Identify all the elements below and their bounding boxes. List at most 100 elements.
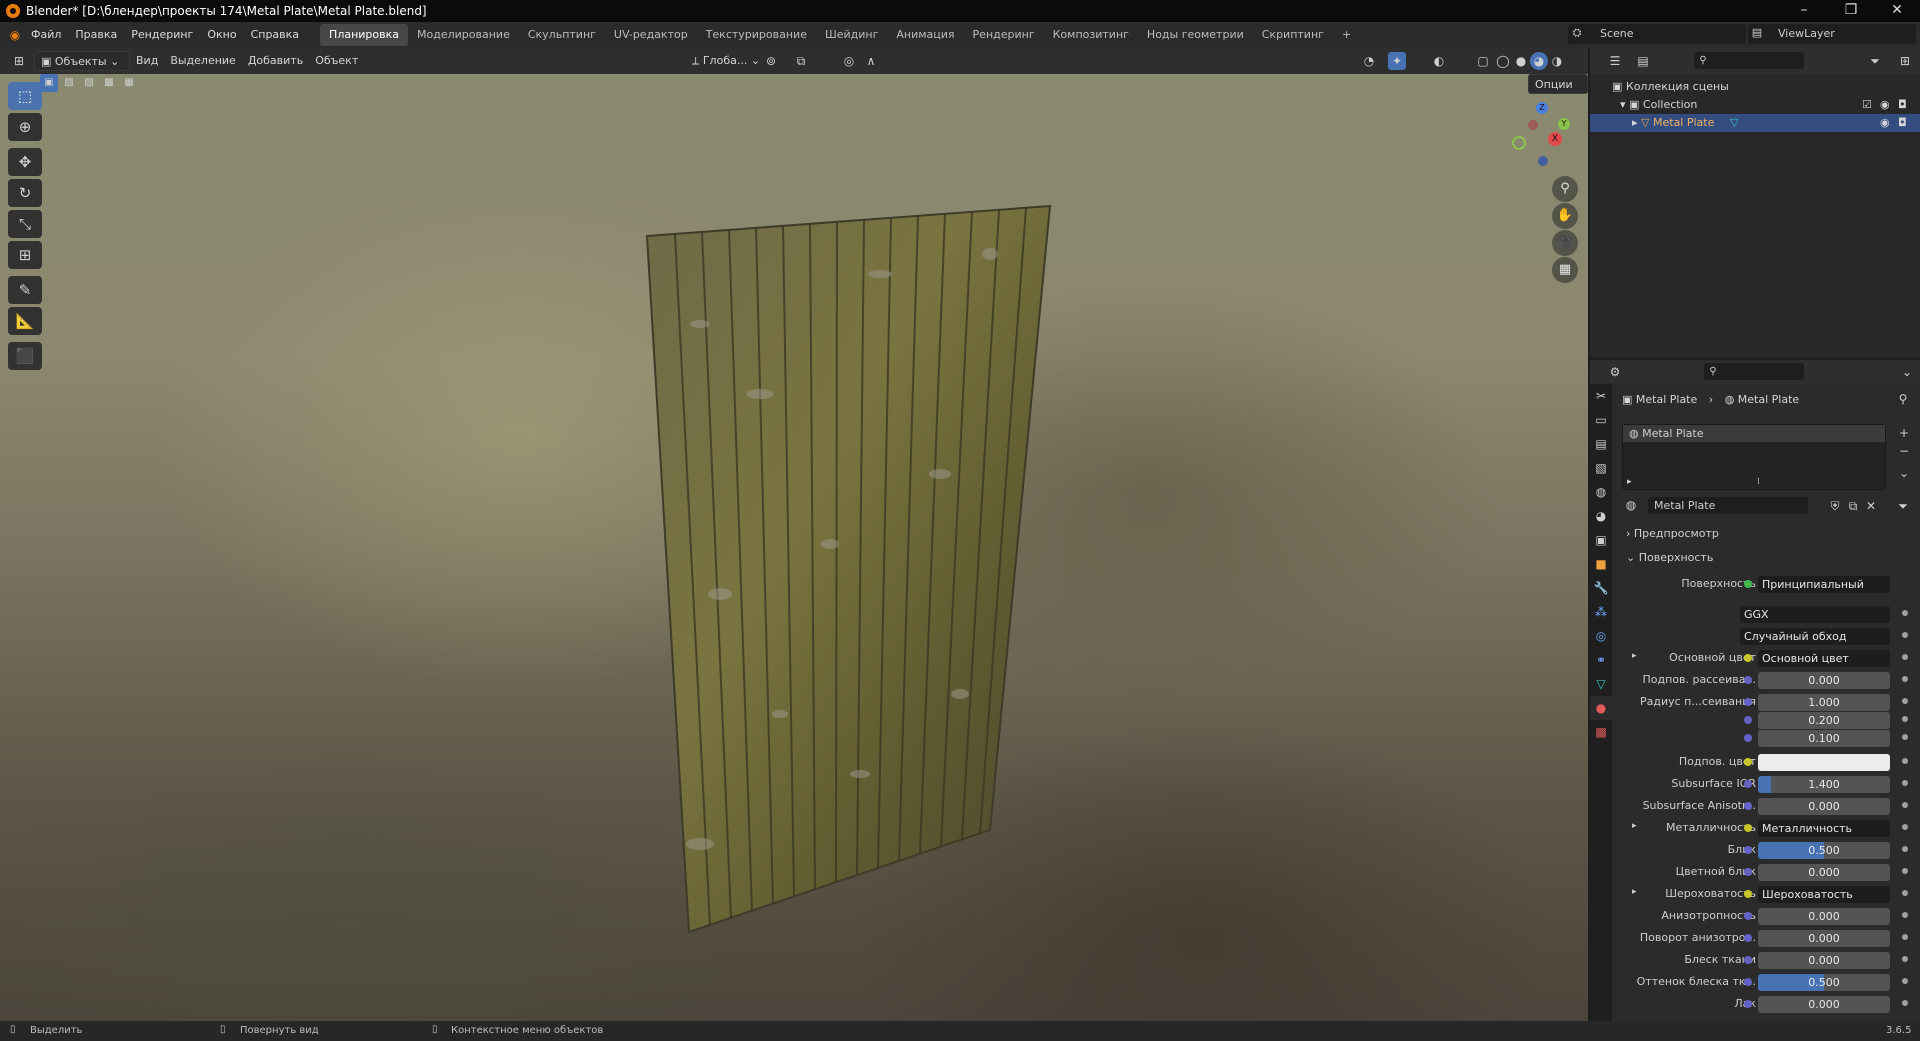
menu-object[interactable]: Объект — [309, 51, 364, 71]
panel-surface-header[interactable]: ⌄ Поверхность — [1626, 548, 1713, 568]
outliner-editor-icon[interactable]: ☰ — [1606, 52, 1624, 70]
material-preview-shading-icon[interactable]: ◕ — [1530, 52, 1548, 70]
socket-icon[interactable] — [1744, 698, 1752, 706]
socket-icon[interactable] — [1744, 824, 1752, 832]
collection-tab-icon[interactable]: ▣ — [1590, 528, 1612, 552]
measure-tool-icon[interactable]: 📐 — [8, 307, 42, 335]
slot-menu-icon[interactable]: ⌄ — [1895, 464, 1913, 482]
menu-select[interactable]: Выделение — [164, 51, 242, 71]
number-field[interactable]: 0.000 — [1758, 930, 1890, 947]
expand-arrow-icon[interactable]: ▸ — [1632, 116, 1641, 129]
gizmo-neg-x[interactable] — [1528, 120, 1538, 130]
socket-icon[interactable] — [1744, 978, 1752, 986]
chevron-down-icon[interactable]: ⌄ — [1898, 363, 1916, 381]
physics-tab-icon[interactable]: ◎ — [1590, 624, 1612, 648]
view-layer-selector[interactable]: ▤ ViewLayer — [1748, 24, 1916, 44]
gizmo-x-axis[interactable]: X — [1548, 132, 1562, 146]
material-tab-icon[interactable]: ● — [1590, 696, 1612, 720]
socket-icon[interactable] — [1744, 1000, 1752, 1008]
keyframe-dot-icon[interactable] — [1902, 934, 1908, 940]
color-swatch-field[interactable] — [1758, 754, 1890, 771]
socket-icon[interactable] — [1744, 868, 1752, 876]
properties-search-input[interactable]: ⚲ — [1704, 363, 1804, 380]
socket-icon[interactable] — [1744, 956, 1752, 964]
solid-shading-icon[interactable]: ● — [1512, 52, 1530, 70]
snap-icon[interactable]: ⧉ — [792, 52, 810, 70]
transform-tool-icon[interactable]: ⊞ — [8, 241, 42, 269]
keyframe-dot-icon[interactable] — [1902, 758, 1908, 764]
linked-input-field[interactable]: Металличность — [1758, 820, 1890, 837]
eye-icon[interactable]: ◉ — [1880, 114, 1890, 132]
perspective-grid-icon[interactable]: ▦ — [1552, 257, 1578, 283]
keyframe-dot-icon[interactable] — [1902, 802, 1908, 808]
outliner-object-metal-plate[interactable]: ▸ ▽ Metal Plate ▽ ◉ ◘ — [1590, 114, 1920, 132]
overlay-toggle-icon[interactable]: ◐ — [1430, 52, 1448, 70]
object-tab-icon[interactable]: ■ — [1590, 552, 1612, 576]
pivot-icon[interactable]: ⊚ — [762, 52, 780, 70]
gizmo-neg-z[interactable] — [1538, 156, 1548, 166]
keyframe-dot-icon[interactable] — [1902, 734, 1908, 740]
visibility-icon[interactable]: ◔ — [1360, 52, 1378, 70]
tab-uv-editing[interactable]: UV-редактор — [605, 24, 697, 46]
keyframe-dot-icon[interactable] — [1902, 654, 1908, 660]
blender-menu-icon[interactable]: ◉ — [6, 26, 24, 44]
minimize-button[interactable]: – — [1782, 0, 1826, 22]
select-box-tool-icon[interactable]: ⬚ — [8, 82, 42, 110]
new-collection-icon[interactable]: ⊞ — [1896, 52, 1914, 70]
socket-icon[interactable] — [1744, 846, 1752, 854]
linked-input-field[interactable]: Шероховатость — [1758, 886, 1890, 903]
pan-hand-icon[interactable]: ✋ — [1552, 203, 1578, 229]
add-cube-tool-icon[interactable]: ⬛ — [8, 342, 42, 370]
outliner-search-input[interactable]: ⚲ — [1694, 52, 1804, 69]
number-field[interactable]: 0.000 — [1758, 908, 1890, 925]
keyframe-dot-icon[interactable] — [1902, 912, 1908, 918]
keyframe-dot-icon[interactable] — [1902, 846, 1908, 852]
keyframe-dot-icon[interactable] — [1902, 698, 1908, 704]
tab-modeling[interactable]: Моделирование — [408, 24, 519, 46]
tool-tab-icon[interactable]: ✂ — [1590, 384, 1612, 408]
socket-icon[interactable] — [1744, 716, 1752, 724]
keyframe-dot-icon[interactable] — [1902, 1000, 1908, 1006]
proportional-edit-icon[interactable]: ◎ — [840, 52, 858, 70]
view-layer-tab-icon[interactable]: ▧ — [1590, 456, 1612, 480]
annotate-tool-icon[interactable]: ✎ — [8, 276, 42, 304]
menu-render[interactable]: Рендеринг — [124, 22, 200, 48]
tab-rendering[interactable]: Рендеринг — [964, 24, 1044, 46]
outliner-scene-collection[interactable]: ▣ Коллекция сцены — [1590, 78, 1920, 96]
tab-animation[interactable]: Анимация — [887, 24, 963, 46]
slot-expand-icon[interactable]: ▸ — [1627, 477, 1632, 487]
xray-icon[interactable]: ▢ — [1474, 52, 1492, 70]
metal-plate-object[interactable] — [0, 74, 1588, 1021]
camera-icon[interactable]: ◘ — [1898, 114, 1907, 132]
wireframe-shading-icon[interactable]: ◯ — [1494, 52, 1512, 70]
world-tab-icon[interactable]: ◕ — [1590, 504, 1612, 528]
number-field[interactable]: 0.000 — [1758, 952, 1890, 969]
scene-tab-icon[interactable]: ◍ — [1590, 480, 1612, 504]
rotate-tool-icon[interactable]: ↻ — [8, 179, 42, 207]
number-field[interactable]: 0.500 — [1758, 842, 1890, 859]
expand-arrow-icon[interactable]: ▸ — [1632, 821, 1637, 831]
socket-icon[interactable] — [1744, 758, 1752, 766]
duplicate-material-icon[interactable]: ⧉ — [1844, 497, 1862, 515]
socket-icon[interactable] — [1744, 654, 1752, 662]
falloff-icon[interactable]: ∧ — [862, 52, 880, 70]
texture-tab-icon[interactable]: ▩ — [1590, 720, 1612, 744]
constraints-tab-icon[interactable]: ⚭ — [1590, 648, 1612, 672]
outliner-collection[interactable]: ▾ ▣ Collection ☑ ◉ ◘ — [1590, 96, 1920, 114]
number-field[interactable]: 0.200 — [1758, 712, 1890, 729]
remove-slot-icon[interactable]: − — [1895, 442, 1913, 460]
scale-tool-icon[interactable]: ⤡ — [8, 210, 42, 238]
data-tab-icon[interactable]: ▽ — [1590, 672, 1612, 696]
add-workspace-button[interactable]: + — [1333, 24, 1360, 46]
socket-icon[interactable] — [1744, 912, 1752, 920]
mode-dropdown[interactable]: ▣ Объекты ⌄ — [34, 51, 130, 71]
expand-arrow-icon[interactable]: ▾ — [1620, 98, 1629, 111]
number-field[interactable]: 0.000 — [1758, 864, 1890, 881]
modifier-tab-icon[interactable]: 🔧 — [1590, 576, 1612, 600]
keyframe-dot-icon[interactable] — [1902, 868, 1908, 874]
menu-file[interactable]: Файл — [24, 22, 68, 48]
keyframe-dot-icon[interactable] — [1902, 610, 1908, 616]
material-slot-item[interactable]: ◍ Metal Plate — [1623, 425, 1885, 442]
number-field[interactable]: 1.400 — [1758, 776, 1890, 793]
properties-editor-icon[interactable]: ⚙ — [1606, 363, 1624, 381]
